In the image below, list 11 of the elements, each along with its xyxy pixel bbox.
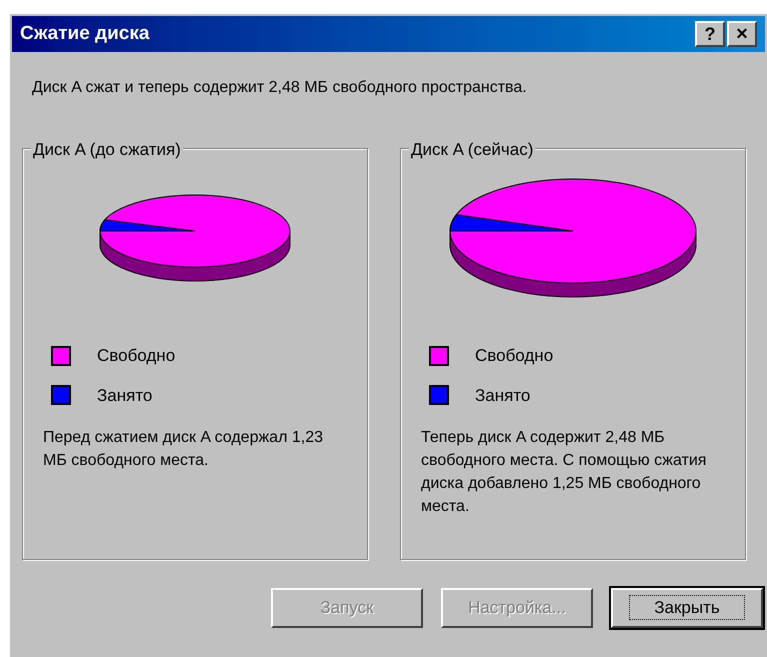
description-text: Теперь диск A содержит 2,48 МБ свободного места. С помощью сжатия диска добавлено 1,25 МБ свободного места. <box>421 428 708 517</box>
legend-label: Занято <box>475 384 530 406</box>
dialog-button[interactable]: Закрыть <box>611 588 763 628</box>
legend-label: Занято <box>97 384 152 406</box>
legend-label: Свободно <box>475 345 554 367</box>
close-button[interactable]: × <box>727 21 757 47</box>
help-button[interactable]: ? <box>695 21 725 47</box>
description-text: Перед сжатием диск A содержал 1,23 МБ свободного места. <box>43 428 324 471</box>
message-text: Диск A сжат и теперь содержит 2,48 МБ свободного пространства. <box>32 78 528 98</box>
window-title: Сжатие диска <box>20 22 150 46</box>
legend-label: Свободно <box>97 345 176 367</box>
